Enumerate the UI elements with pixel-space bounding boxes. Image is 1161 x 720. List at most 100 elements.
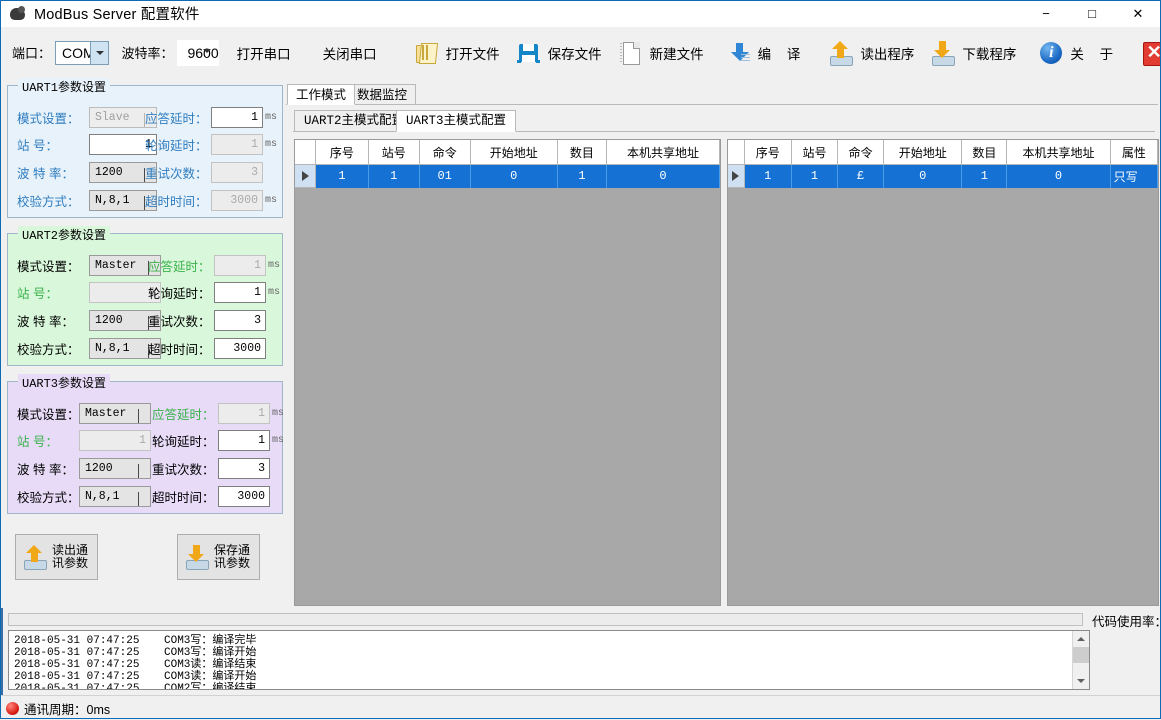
uart1-retry-input[interactable]: 3 xyxy=(211,161,263,183)
uart2-poll-input[interactable]: 1 xyxy=(214,281,266,303)
uart3-baud-select[interactable]: 1200 xyxy=(79,457,151,479)
uart3-mode-select[interactable]: Master xyxy=(79,402,151,424)
uart1-timeout-input[interactable]: 3000 xyxy=(211,189,263,211)
uart1-poll-row: 轮询延时： 1 ms xyxy=(145,133,277,155)
subtab-uart3-master-config[interactable]: UART3主模式配置 xyxy=(396,110,517,132)
minimize-icon[interactable]: − xyxy=(1023,0,1069,27)
uart3-retry-input[interactable]: 3 xyxy=(218,457,270,479)
row-indicator[interactable] xyxy=(728,164,745,188)
chevron-down-icon[interactable] xyxy=(90,41,109,64)
uart3-station-input[interactable]: 1 xyxy=(79,429,151,451)
col-command[interactable]: 命令 xyxy=(837,140,885,165)
uart3-ack-input[interactable]: 1 xyxy=(218,402,270,424)
uart1-poll-label: 轮询延时： xyxy=(145,138,208,153)
code-usage-progressbar xyxy=(8,613,1083,626)
row-selector-corner[interactable] xyxy=(728,140,745,165)
uart2-mode-label: 模式设置： xyxy=(17,259,80,274)
cell-shared-address[interactable]: 0 xyxy=(1006,164,1111,188)
uart1-baud-value: 1200 xyxy=(95,165,123,179)
uart3-baud-value: 1200 xyxy=(85,461,113,475)
table-row[interactable]: 1 1 01 0 1 0 xyxy=(295,164,720,188)
uart2-retry-input[interactable]: 3 xyxy=(214,309,266,331)
uart3-poll-input[interactable]: 1 xyxy=(218,429,270,451)
log-message: COM3写：编译完毕 xyxy=(164,635,257,647)
col-seq[interactable]: 序号 xyxy=(315,140,369,165)
uart2-station-label: 站 号： xyxy=(17,286,58,301)
cell-start-address[interactable]: 0 xyxy=(470,164,558,188)
col-shared-address[interactable]: 本机共享地址 xyxy=(1006,140,1111,165)
cell-count[interactable]: 1 xyxy=(557,164,608,188)
cell-station[interactable]: 1 xyxy=(791,164,839,188)
tab-working-mode[interactable]: 工作模式 xyxy=(287,84,356,105)
uart3-datagrid[interactable]: 序号 站号 命令 开始地址 数目 本机共享地址 属性 1 1 £ 0 1 0 只… xyxy=(728,140,1159,188)
uart3-timeout-row: 超时时间： 3000 xyxy=(152,485,270,507)
list-item: 2018-05-31 07:47:25 COM3写：编译开始 xyxy=(9,647,1089,659)
open-file-button[interactable]: 打开文件 xyxy=(406,33,508,73)
cell-start-address[interactable]: 0 xyxy=(883,164,963,188)
col-count[interactable]: 数目 xyxy=(961,140,1008,165)
col-command[interactable]: 命令 xyxy=(419,140,471,165)
uart3-ack-row: 应答延时： 1 ms xyxy=(152,402,284,424)
log-scrollbar[interactable] xyxy=(1072,631,1089,689)
cell-seq[interactable]: 1 xyxy=(744,164,792,188)
exit-button[interactable]: ✕ 退 出 xyxy=(1133,33,1161,73)
col-station[interactable]: 站号 xyxy=(791,140,839,165)
col-start-address[interactable]: 开始地址 xyxy=(883,140,963,165)
uart3-baud-label: 波 特 率： xyxy=(17,462,74,477)
tab-data-monitor[interactable]: 数据监控 xyxy=(348,84,417,105)
close-icon[interactable]: ✕ xyxy=(1115,0,1161,27)
uart1-poll-input[interactable]: 1 xyxy=(211,133,263,155)
scroll-down-icon[interactable] xyxy=(1073,673,1089,689)
cell-command[interactable]: 01 xyxy=(419,164,471,188)
download-program-button[interactable]: 下载程序 xyxy=(922,33,1024,73)
log-message: COM3读：编译结束 xyxy=(164,659,257,671)
read-comm-params-button[interactable]: 读出通 讯参数 xyxy=(15,534,98,580)
log-list[interactable]: 2018-05-31 07:47:25 COM3写：编译完毕 2018-05-3… xyxy=(8,630,1090,690)
download-disk-icon xyxy=(930,40,956,66)
uart3-parity-select[interactable]: N,8,1 xyxy=(79,485,151,507)
open-serial-button[interactable]: 打开串口 xyxy=(229,33,299,73)
cell-attribute[interactable]: 只写 xyxy=(1110,164,1159,188)
baud-select[interactable]: 9600 xyxy=(177,39,219,66)
scroll-up-icon[interactable] xyxy=(1073,631,1089,647)
uart2-timeout-input[interactable]: 3000 xyxy=(214,337,266,359)
new-file-button[interactable]: 新建文件 xyxy=(610,33,712,73)
uart3-legend: UART3参数设置 xyxy=(18,374,111,391)
save-file-button[interactable]: 保存文件 xyxy=(508,33,610,73)
scrollbar-thumb[interactable] xyxy=(1073,647,1089,663)
cell-shared-address[interactable]: 0 xyxy=(606,164,720,188)
col-count[interactable]: 数目 xyxy=(557,140,608,165)
cell-count[interactable]: 1 xyxy=(961,164,1008,188)
uart3-timeout-input[interactable]: 3000 xyxy=(218,485,270,507)
port-select[interactable]: COM1 xyxy=(55,40,110,65)
uart1-timeout-label: 超时时间： xyxy=(145,194,208,209)
col-station[interactable]: 站号 xyxy=(368,140,420,165)
list-item: 2018-05-31 07:47:25 COM3读：编译结束 xyxy=(9,659,1089,671)
uart1-ack-input[interactable]: 1 xyxy=(211,106,263,128)
chevron-down-icon[interactable] xyxy=(202,48,211,53)
col-attribute[interactable]: 属性 xyxy=(1110,140,1159,165)
cell-seq[interactable]: 1 xyxy=(315,164,369,188)
log-timestamp: 2018-05-31 07:47:25 xyxy=(14,647,140,659)
save-comm-params-button[interactable]: 保存通 讯参数 xyxy=(177,534,260,580)
cell-command[interactable]: £ xyxy=(837,164,885,188)
cell-station[interactable]: 1 xyxy=(368,164,420,188)
close-serial-button[interactable]: 关闭串口 xyxy=(315,33,385,73)
col-start-address[interactable]: 开始地址 xyxy=(470,140,558,165)
uart2-datagrid[interactable]: 序号 站号 命令 开始地址 数目 本机共享地址 1 1 01 0 1 0 xyxy=(295,140,720,188)
save-file-label: 保存文件 xyxy=(547,46,602,62)
about-button[interactable]: i 关 于 xyxy=(1030,33,1127,73)
maximize-icon[interactable]: □ xyxy=(1069,0,1115,27)
uart2-retry-label: 重试次数： xyxy=(148,314,211,329)
uart2-ack-input[interactable]: 1 xyxy=(214,254,266,276)
compile-button[interactable]: 编 译 xyxy=(718,33,815,73)
status-bar: 通讯周期：0ms xyxy=(0,695,1161,720)
table-row[interactable]: 1 1 £ 0 1 0 只写 xyxy=(728,164,1159,188)
row-indicator[interactable] xyxy=(295,164,317,188)
row-selector-corner[interactable] xyxy=(295,140,317,165)
uart2-poll-row: 轮询延时： 1 ms xyxy=(148,281,280,303)
col-shared-address[interactable]: 本机共享地址 xyxy=(606,140,720,165)
col-seq[interactable]: 序号 xyxy=(744,140,792,165)
read-program-button[interactable]: 读出程序 xyxy=(820,33,922,73)
uart1-mode-label: 模式设置： xyxy=(17,111,80,126)
